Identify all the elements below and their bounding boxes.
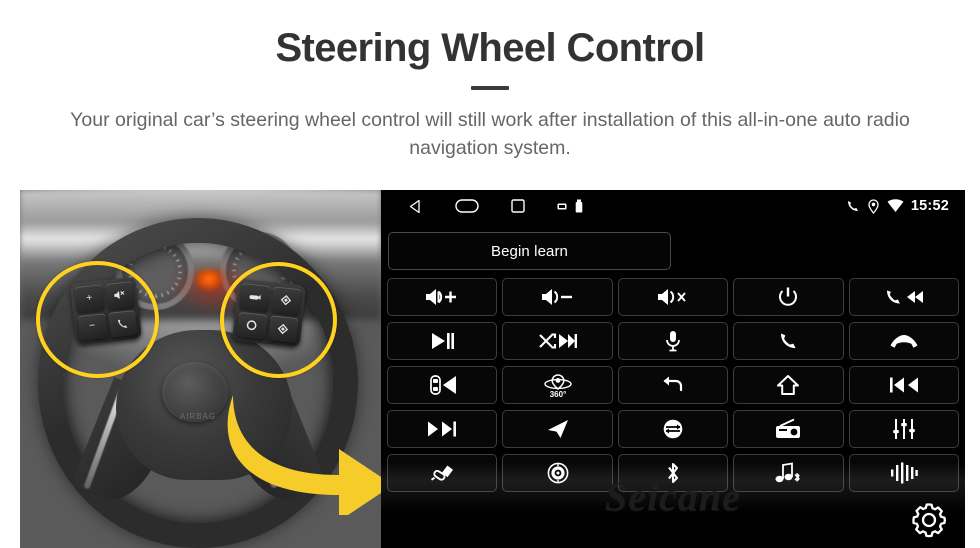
highlight-ring-left [36,261,159,378]
next-track-icon [428,421,457,437]
status-tray: 15:52 [845,198,949,214]
radio-icon [776,418,801,438]
microphone-icon [666,331,680,352]
location-icon [867,198,880,214]
camera-360-icon: 360° [543,374,572,398]
power-icon [779,287,798,306]
phone-icon [845,199,860,214]
speaker-x-icon [657,289,686,305]
usb-icon [575,199,583,213]
title-divider [471,86,509,90]
speaker-minus-icon [541,289,572,305]
recents-icon[interactable] [511,199,525,213]
highlight-ring-right [220,262,337,378]
page-title: Steering Wheel Control [275,26,705,70]
mute-button[interactable] [617,278,729,316]
power-button[interactable] [733,278,844,316]
play-pause-icon [432,333,455,349]
function-button-grid: 360° [387,278,959,492]
page-root: Steering Wheel Control Your original car… [0,0,980,548]
page-subtitle: Your original car’s steering wheel contr… [70,109,910,159]
previous-track-button[interactable] [848,366,959,404]
phone-hangup-icon [890,335,918,348]
navigation-bar [408,199,583,214]
page-header: Steering Wheel Control Your original car… [0,0,980,162]
sd-card-icon [557,202,567,211]
android-status-bar: 15:52 [381,190,965,222]
wifi-icon [887,199,904,213]
phone-previous-button[interactable] [848,278,959,316]
camera-360-label: 360° [549,390,566,398]
play-pause-button[interactable] [387,322,498,360]
begin-learn-label: Begin learn [491,242,568,260]
nav-arrow-icon [547,420,568,438]
home-icon [777,375,800,395]
car-radar-icon [430,375,457,395]
begin-learn-button[interactable]: Begin learn [388,232,671,270]
answer-call-button[interactable] [733,322,844,360]
back-arrow-icon [663,376,683,392]
hang-up-button[interactable] [848,322,959,360]
head-unit-screen: 15:52 Begin learn 360° Seicane [381,190,965,548]
source-mode-button[interactable] [617,410,729,448]
airbag-label: AIRBAG [179,412,217,421]
next-track-button[interactable] [387,410,498,448]
volume-down-button[interactable] [502,278,613,316]
prev-track-icon [889,377,918,393]
content-area: AIRBAG + − 15:52 Begin learn 360° Seican… [20,190,965,548]
clock-label: 15:52 [910,198,949,214]
brand-watermark: Seicane [605,474,741,519]
back-icon[interactable] [408,199,423,214]
navigation-button[interactable] [502,410,613,448]
gear-icon[interactable] [907,498,951,542]
camera-360-button[interactable]: 360° [502,366,613,404]
mode-circle-icon [663,419,683,439]
home-button[interactable] [733,366,844,404]
shuffle-next-icon [538,333,577,349]
equalizer-icon [892,419,915,439]
phone-icon [781,333,796,349]
back-button[interactable] [617,366,729,404]
volume-up-button[interactable] [387,278,498,316]
equalizer-button[interactable] [848,410,959,448]
parking-sensor-button[interactable] [387,366,498,404]
speaker-plus-icon [426,289,457,305]
shuffle-next-button[interactable] [502,322,613,360]
radio-button[interactable] [733,410,844,448]
curved-arrow-icon [227,395,381,521]
steering-wheel-photo: AIRBAG + − [20,190,381,548]
phone-prev-icon [886,290,923,304]
microphone-button[interactable] [617,322,729,360]
home-icon[interactable] [455,199,479,213]
yellow-arrow [225,395,381,521]
